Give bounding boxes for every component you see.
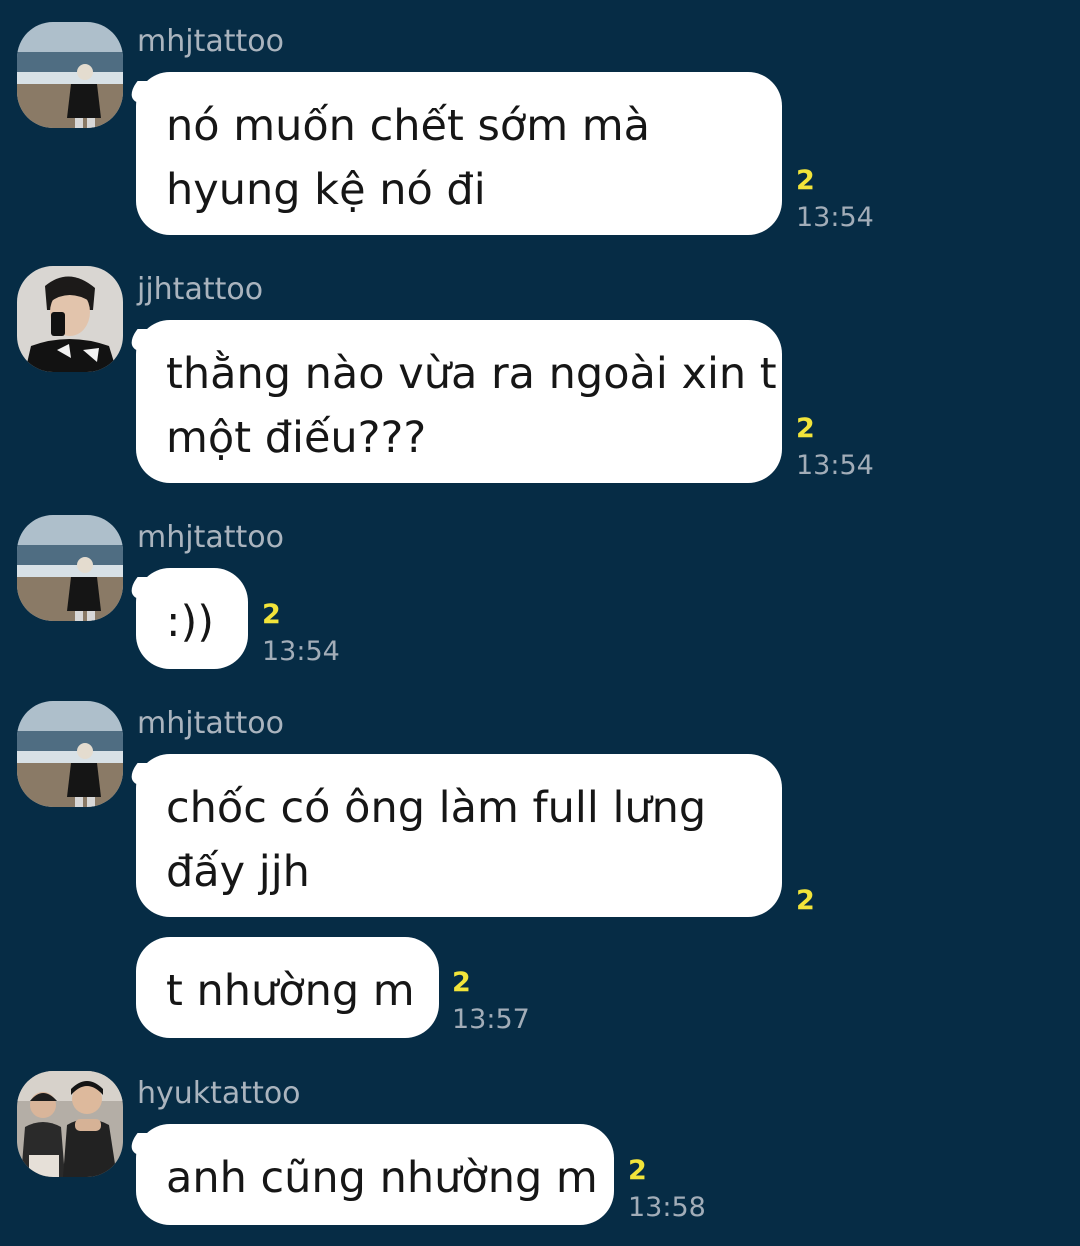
sender-name: hyuktattoo xyxy=(137,1076,301,1111)
avatar-phone-photo-icon xyxy=(17,266,123,372)
avatar-beach-photo-icon xyxy=(17,701,123,807)
message-text: thằng nào vừa ra ngoài xin t xyxy=(166,349,777,399)
avatar-hyuktattoo[interactable] xyxy=(17,1071,123,1177)
message-bubble[interactable]: anh cũng nhường m xyxy=(136,1124,614,1225)
avatar-beach-photo-icon xyxy=(17,515,123,621)
message-time: 13:57 xyxy=(452,1004,530,1035)
message-text: :)) xyxy=(166,597,215,647)
message-time: 13:54 xyxy=(262,636,340,667)
message-text: t nhường m xyxy=(166,966,415,1016)
unread-count: 2 xyxy=(452,967,471,998)
message-text: hyung kệ nó đi xyxy=(166,165,486,215)
avatar-mhjtattoo[interactable] xyxy=(17,22,123,128)
unread-count: 2 xyxy=(796,413,815,444)
message-bubble[interactable]: nó muốn chết sớm mà hyung kệ nó đi xyxy=(136,72,782,235)
message-text: một điếu??? xyxy=(166,413,427,463)
unread-count: 2 xyxy=(796,885,815,916)
message-text: nó muốn chết sớm mà xyxy=(166,101,650,151)
avatar-mhjtattoo[interactable] xyxy=(17,701,123,807)
avatar-mhjtattoo[interactable] xyxy=(17,515,123,621)
message-time: 13:54 xyxy=(796,202,874,233)
message-bubble[interactable]: thằng nào vừa ra ngoài xin t một điếu??? xyxy=(136,320,782,483)
sender-name: mhjtattoo xyxy=(137,520,284,555)
sender-name: mhjtattoo xyxy=(137,24,284,59)
message-time: 13:54 xyxy=(796,450,874,481)
unread-count: 2 xyxy=(796,165,815,196)
avatar-beach-photo-icon xyxy=(17,22,123,128)
message-bubble[interactable]: :)) xyxy=(136,568,248,669)
sender-name: mhjtattoo xyxy=(137,706,284,741)
message-text: anh cũng nhường m xyxy=(166,1153,598,1203)
avatar-group-photo-icon xyxy=(17,1071,123,1177)
unread-count: 2 xyxy=(628,1155,647,1186)
unread-count: 2 xyxy=(262,599,281,630)
message-time: 13:58 xyxy=(628,1192,706,1223)
message-text: chốc có ông làm full lưng xyxy=(166,783,707,833)
message-text: đấy jjh xyxy=(166,847,310,897)
message-bubble[interactable]: t nhường m xyxy=(136,937,439,1038)
message-bubble[interactable]: chốc có ông làm full lưng đấy jjh xyxy=(136,754,782,917)
avatar-jjhtattoo[interactable] xyxy=(17,266,123,372)
sender-name: jjhtattoo xyxy=(137,272,264,307)
